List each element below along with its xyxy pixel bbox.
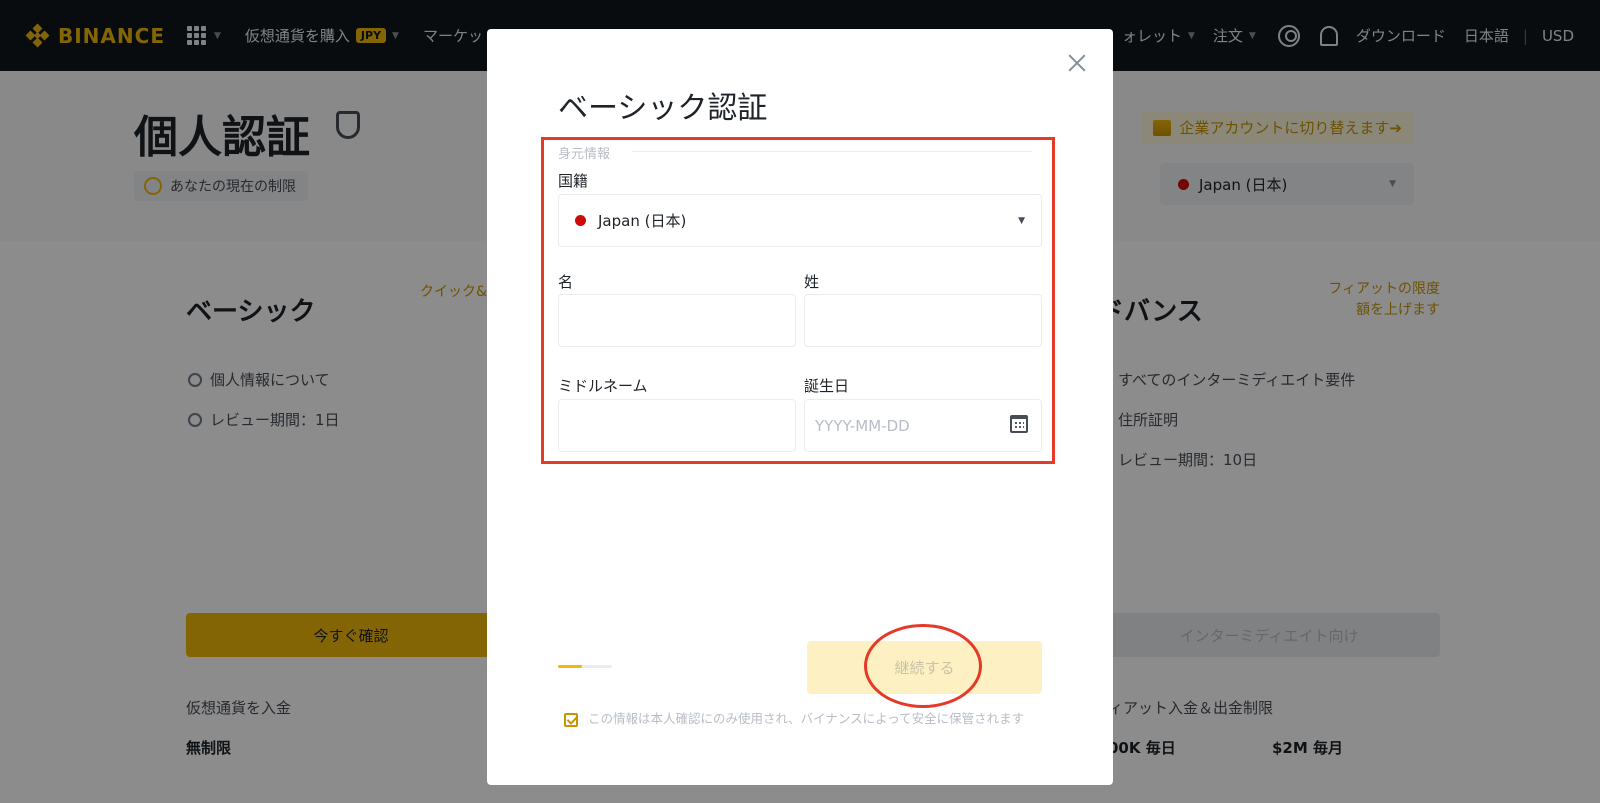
nationality-value: Japan (日本) bbox=[598, 212, 687, 230]
birthdate-input[interactable] bbox=[804, 399, 1042, 452]
first-name-label: 名 bbox=[558, 273, 574, 291]
middle-name-label: ミドルネーム bbox=[558, 377, 648, 395]
basic-verification-modal: ベーシック認証 身元情報 国籍 Japan (日本) ▼ 名 姓 ミドルネーム … bbox=[487, 29, 1113, 785]
first-name-input[interactable] bbox=[558, 294, 796, 347]
divider bbox=[632, 151, 1032, 152]
nationality-label: 国籍 bbox=[558, 172, 589, 190]
last-name-input[interactable] bbox=[804, 294, 1042, 347]
shield-check-icon bbox=[564, 713, 578, 727]
last-name-label: 姓 bbox=[804, 273, 820, 291]
nationality-select[interactable]: Japan (日本) ▼ bbox=[558, 194, 1042, 247]
birthdate-label: 誕生日 bbox=[804, 377, 850, 395]
chevron-down-icon: ▼ bbox=[1018, 215, 1025, 226]
close-icon[interactable] bbox=[1065, 51, 1089, 75]
progress-bar bbox=[558, 665, 612, 668]
calendar-icon[interactable] bbox=[1010, 415, 1028, 433]
japan-flag-icon bbox=[575, 215, 586, 226]
modal-title: ベーシック認証 bbox=[558, 91, 768, 126]
identity-section-label: 身元情報 bbox=[558, 147, 611, 162]
middle-name-input[interactable] bbox=[558, 399, 796, 452]
progress-bar-fill bbox=[558, 665, 583, 668]
continue-button[interactable]: 継続する bbox=[807, 641, 1042, 694]
privacy-note: この情報は本人確認にのみ使用され、バイナンスによって安全に保管されます bbox=[588, 711, 1025, 726]
